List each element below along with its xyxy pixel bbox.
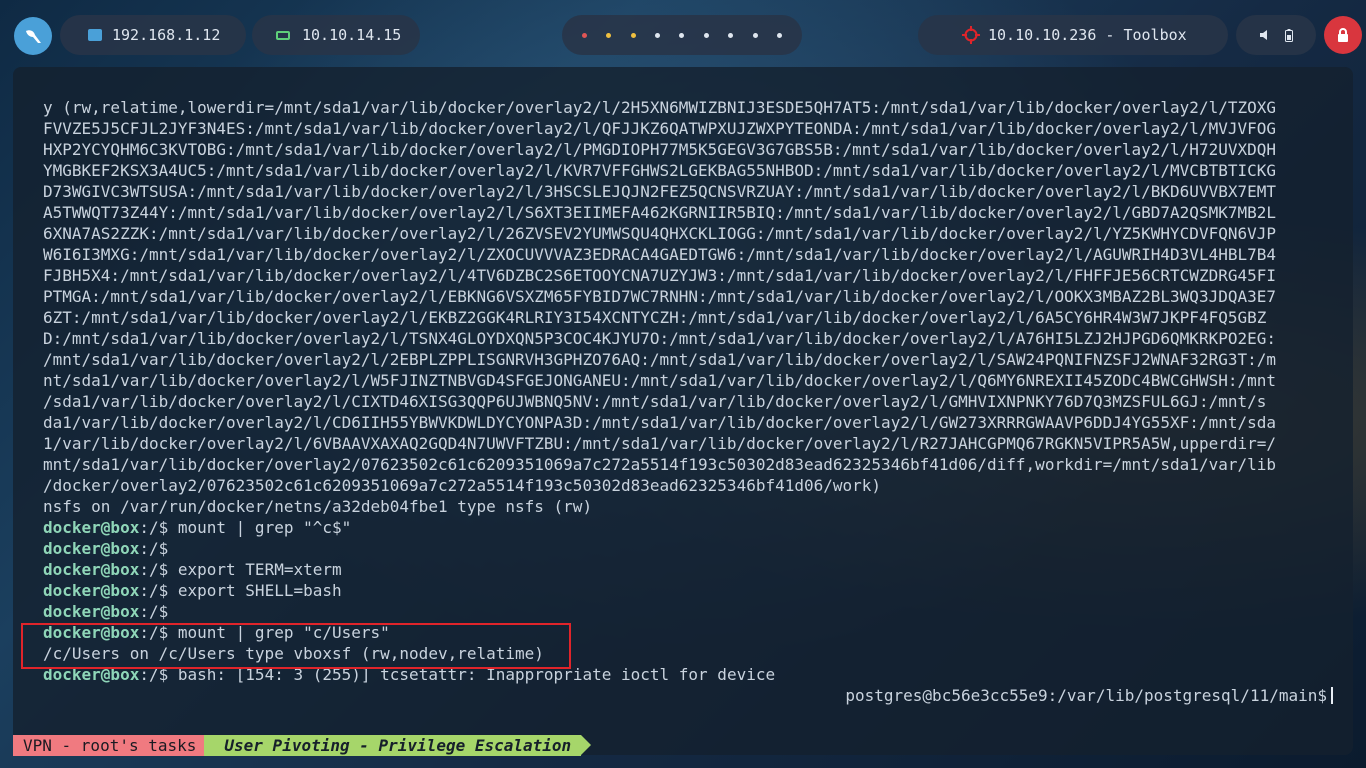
local-ip-label: 192.168.1.12 <box>112 26 221 44</box>
terminal-line: FVVZE5J5CFJL2JYF3N4ES:/mnt/sda1/var/lib/… <box>43 119 1276 138</box>
text-cursor <box>1331 687 1333 704</box>
prompt-user: docker@box <box>43 581 140 600</box>
prompt-path: :/$ <box>139 518 169 537</box>
prompt-path: :/$ <box>139 602 169 621</box>
bird-logo-icon[interactable] <box>14 17 52 55</box>
target-label: 10.10.10.236 - Toolbox <box>988 26 1187 44</box>
vpn-ip-widget[interactable]: 10.10.14.15 <box>252 15 420 55</box>
window-segment[interactable]: User Pivoting - Privilege Escalation <box>204 735 591 756</box>
terminal-line: A5TWWQT73Z44Y:/mnt/sda1/var/lib/docker/o… <box>43 203 1276 222</box>
vpn-ip-label: 10.10.14.15 <box>302 26 402 44</box>
prompt-line: docker@box:/$ mount | grep "^c$" <box>43 517 1333 538</box>
target-crosshair-icon <box>962 26 980 44</box>
workspace-dot-8[interactable] <box>752 32 758 38</box>
power-icon[interactable] <box>1324 16 1362 54</box>
postgres-prompt-line: postgres@bc56e3cc55e9:/var/lib/postgresq… <box>43 685 1333 706</box>
prompt-command: export SHELL=bash <box>168 581 342 600</box>
workspace-dot-3[interactable] <box>630 32 636 38</box>
terminal-line: da1/var/lib/docker/overlay2/l/CD6IIH55YB… <box>43 413 1276 432</box>
terminal-line: /mnt/sda1/var/lib/docker/overlay2/l/2EBP… <box>43 350 1276 369</box>
terminal-line: D:/mnt/sda1/var/lib/docker/overlay2/l/TS… <box>43 329 1276 348</box>
workspace-dot-5[interactable] <box>679 32 685 38</box>
terminal-line: nsfs on /var/run/docker/netns/a32deb04fb… <box>43 497 593 516</box>
prompt-line: docker@box:/$ <box>43 601 1333 622</box>
target-widget[interactable]: 10.10.10.236 - Toolbox <box>918 15 1228 55</box>
workspace-switcher[interactable] <box>562 15 802 55</box>
workspace-dot-9[interactable] <box>777 32 783 38</box>
postgres-prompt: postgres@bc56e3cc55e9:/var/lib/postgresq… <box>845 686 1327 705</box>
session-segment[interactable]: VPN - root's tasks <box>13 735 215 756</box>
prompt-path: :/$ <box>139 560 169 579</box>
terminal-output[interactable]: y (rw,relatime,lowerdir=/mnt/sda1/var/li… <box>43 97 1333 706</box>
prompt-path: :/$ <box>139 581 169 600</box>
ethernet-icon <box>88 29 102 41</box>
terminal-line: 6ZT:/mnt/sda1/var/lib/docker/overlay2/l/… <box>43 308 1267 327</box>
terminal-line: 6XNA7AS2ZZK:/mnt/sda1/var/lib/docker/ove… <box>43 224 1276 243</box>
prompt-command: export TERM=xterm <box>168 560 342 579</box>
prompt-user: docker@box <box>43 560 140 579</box>
workspace-dot-1[interactable] <box>581 32 587 38</box>
terminal-line: W6I6I3MXG:/mnt/sda1/var/lib/docker/overl… <box>43 245 1276 264</box>
laptop-icon <box>276 30 290 40</box>
terminal-line: FJBH5X4:/mnt/sda1/var/lib/docker/overlay… <box>43 266 1276 285</box>
prompt-user: docker@box <box>43 602 140 621</box>
terminal-line: D73WGIVC3WTSUSA:/mnt/sda1/var/lib/docker… <box>43 182 1276 201</box>
terminal-line: PTMGA:/mnt/sda1/var/lib/docker/overlay2/… <box>43 287 1276 306</box>
terminal-line: y (rw,relatime,lowerdir=/mnt/sda1/var/li… <box>43 98 1276 117</box>
prompt-user: docker@box <box>43 539 140 558</box>
terminal-line: 1/var/lib/docker/overlay2/l/6VBAAVXAXAQ2… <box>43 434 1276 453</box>
terminal-line: nt/sda1/var/lib/docker/overlay2/l/W5FJIN… <box>43 371 1276 390</box>
terminal-line: mnt/sda1/var/lib/docker/overlay2/0762350… <box>43 455 1276 474</box>
terminal-line: /sda1/var/lib/docker/overlay2/l/CIXTD46X… <box>43 392 1267 411</box>
system-tray[interactable] <box>1236 15 1316 55</box>
prompt-line: docker@box:/$ export SHELL=bash <box>43 580 1333 601</box>
workspace-dot-2[interactable] <box>606 32 612 38</box>
annotation-highlight-box <box>21 623 571 669</box>
terminal-line: HXP2YCYQHM6C3KVTOBG:/mnt/sda1/var/lib/do… <box>43 140 1276 159</box>
battery-icon[interactable] <box>1285 28 1293 42</box>
terminal-line: YMGBKEF2KSX3A4UC5:/mnt/sda1/var/lib/dock… <box>43 161 1276 180</box>
prompt-line: docker@box:/$ export TERM=xterm <box>43 559 1333 580</box>
tmux-status-bar: VPN - root's tasks User Pivoting - Privi… <box>13 735 591 756</box>
local-ip-widget[interactable]: 192.168.1.12 <box>60 15 246 55</box>
workspace-dot-6[interactable] <box>703 32 709 38</box>
prompt-line: docker@box:/$ <box>43 538 1333 559</box>
terminal-line: /docker/overlay2/07623502c61c6209351069a… <box>43 476 882 495</box>
prompt-command: mount | grep "^c$" <box>168 518 352 537</box>
terminal-window[interactable]: y (rw,relatime,lowerdir=/mnt/sda1/var/li… <box>13 67 1353 755</box>
speaker-icon[interactable] <box>1259 29 1271 41</box>
prompt-user: docker@box <box>43 518 140 537</box>
workspace-dot-4[interactable] <box>655 32 661 38</box>
workspace-dot-7[interactable] <box>728 32 734 38</box>
prompt-path: :/$ <box>139 539 169 558</box>
